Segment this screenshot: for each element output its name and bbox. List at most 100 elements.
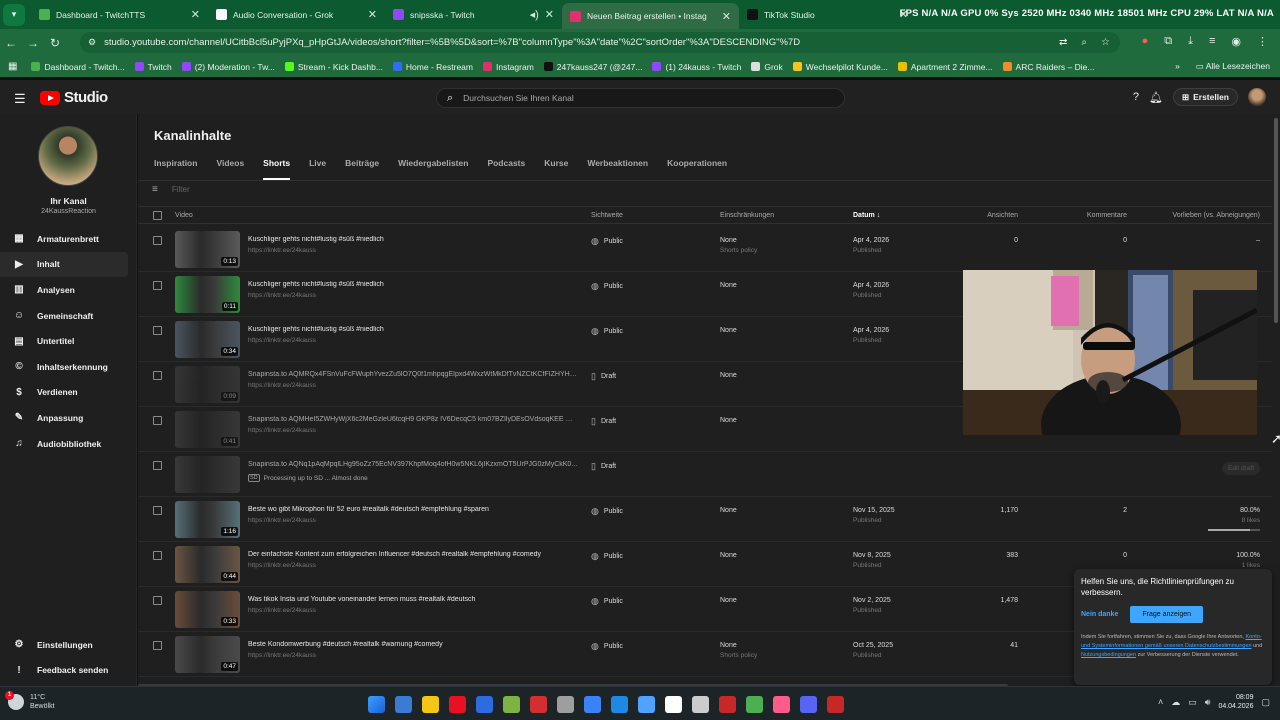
video-thumbnail[interactable]: 1:16 — [175, 501, 240, 538]
extensions-icon[interactable]: ⧉ — [1164, 35, 1172, 48]
video-thumbnail[interactable]: 0:09 — [175, 366, 240, 403]
tab-wiedergabelisten[interactable]: Wiedergabelisten — [398, 158, 468, 180]
sidebar-item-audiobibliothek[interactable]: ♫ Audiobibliothek — [0, 431, 137, 457]
terms-link[interactable]: Nutzungsbedingungen — [1081, 652, 1136, 658]
taskbar-app-icon[interactable] — [422, 696, 439, 713]
apps-icon[interactable]: ▦ — [8, 61, 17, 72]
table-row[interactable]: 1:16 Beste wo gibt Mikrophon für 52 euro … — [138, 497, 1280, 542]
channel-avatar[interactable] — [38, 126, 98, 186]
video-thumbnail[interactable]: 0:13 — [175, 231, 240, 268]
row-checkbox[interactable] — [153, 326, 162, 335]
taskbar-app-icon[interactable] — [827, 696, 844, 713]
tab-close-icon[interactable]: ✕ — [368, 8, 377, 21]
vertical-scrollbar[interactable] — [1272, 114, 1280, 686]
tray-chevron-icon[interactable]: ˄ — [1158, 697, 1163, 707]
url-field[interactable]: ⚙ studio.youtube.com/channel/UCitbBcl5uP… — [80, 32, 1120, 53]
sidebar-item-inhalt[interactable]: ▶ Inhalt — [0, 251, 128, 278]
row-checkbox[interactable] — [153, 641, 162, 650]
filter-bar[interactable]: ≡ Filter — [152, 184, 190, 195]
reload-icon[interactable]: ↻ — [44, 36, 66, 50]
tab-inspiration[interactable]: Inspiration — [154, 158, 197, 180]
menu-icon[interactable]: ☰ — [14, 91, 26, 107]
adblock-icon[interactable]: ● — [1142, 35, 1149, 48]
browser-tab[interactable]: Audio Conversation - Grok ✕ — [208, 0, 385, 29]
network-icon[interactable]: ▭ — [1188, 697, 1197, 708]
tab-close-icon[interactable]: ✕ — [191, 8, 200, 21]
taskbar-app-icon[interactable] — [692, 696, 709, 713]
bookmark-item[interactable]: (1) 24kauss - Twitch — [652, 62, 741, 72]
cloud-icon[interactable]: ☁ — [1171, 697, 1180, 708]
video-thumbnail[interactable] — [175, 456, 240, 493]
bookmark-item[interactable]: Apartment 2 Zimme... — [897, 62, 993, 72]
edit-draft-button[interactable]: Edit draft — [1221, 462, 1260, 475]
taskbar-app-icon[interactable] — [584, 696, 601, 713]
bookmark-item[interactable]: Wechselpilot Kunde... — [792, 62, 888, 72]
table-row[interactable]: 0:13 Kuschliger gehts nicht#lustig #süß #… — [138, 227, 1280, 272]
table-row[interactable]: Snapinsta.to AQNq1pAqMpqlLHg95oZz75EcNV3… — [138, 452, 1280, 497]
mute-icon[interactable]: ◂) — [530, 8, 539, 21]
row-checkbox[interactable] — [153, 506, 162, 515]
tab-videos[interactable]: Videos — [216, 158, 244, 180]
taskbar-app-icon[interactable] — [395, 696, 412, 713]
help-icon[interactable]: ? — [1133, 91, 1139, 103]
row-checkbox[interactable] — [153, 416, 162, 425]
tab-kurse[interactable]: Kurse — [544, 158, 568, 180]
row-checkbox[interactable] — [153, 371, 162, 380]
survey-no-button[interactable]: Nein danke — [1081, 611, 1118, 618]
taskbar-app-icon[interactable] — [611, 696, 628, 713]
taskbar-app-icon[interactable] — [557, 696, 574, 713]
notification-center-icon[interactable]: ▢ — [1261, 697, 1270, 708]
taskbar-app-icon[interactable] — [638, 696, 655, 713]
create-button[interactable]: ⊞ Erstellen — [1172, 88, 1238, 106]
visibility[interactable]: ◍ Public — [591, 281, 623, 292]
sidebar-item-anpassung[interactable]: ✎ Anpassung — [0, 405, 137, 431]
visibility[interactable]: ◍ Public — [591, 551, 623, 562]
profile-avatar[interactable]: ◉ — [1231, 35, 1241, 48]
browser-menu-icon[interactable]: ⋮ — [1257, 35, 1268, 48]
tab-close-icon[interactable]: ✕ — [722, 10, 731, 23]
tab-close-icon[interactable]: ✕ — [545, 8, 554, 21]
taskbar-app-icon[interactable] — [800, 696, 817, 713]
taskbar-app-icon[interactable] — [449, 696, 466, 713]
survey-show-button[interactable]: Frage anzeigen — [1130, 606, 1204, 623]
sidebar-item-feedback-senden[interactable]: ! Feedback senden — [0, 658, 137, 684]
sidebar-item-verdienen[interactable]: $ Verdienen — [0, 380, 137, 406]
tab-podcasts[interactable]: Podcasts — [487, 158, 525, 180]
visibility[interactable]: ◍ Public — [591, 596, 623, 607]
visibility[interactable]: ▯ Draft — [591, 461, 616, 472]
visibility[interactable]: ◍ Public — [591, 506, 623, 517]
browser-tab[interactable]: Dashboard - TwitchTTS ✕ — [31, 0, 208, 29]
visibility[interactable]: ◍ Public — [591, 641, 623, 652]
all-bookmarks[interactable]: ▭ Alle Lesezeichen — [1196, 61, 1270, 72]
video-thumbnail[interactable]: 0:44 — [175, 546, 240, 583]
video-thumbnail[interactable]: 0:33 — [175, 591, 240, 628]
video-thumbnail[interactable]: 0:41 — [175, 411, 240, 448]
taskbar-app-icon[interactable] — [773, 696, 790, 713]
visibility[interactable]: ◍ Public — [591, 326, 623, 337]
sidebar-item-untertitel[interactable]: ▤ Untertitel — [0, 328, 137, 354]
row-checkbox[interactable] — [153, 551, 162, 560]
row-checkbox[interactable] — [153, 596, 162, 605]
video-title[interactable]: Kuschliger gehts nicht#lustig #süß #nied… — [248, 326, 578, 333]
more-bookmarks-icon[interactable]: » — [1175, 61, 1180, 72]
video-title[interactable]: Der einfachste Kontent zum erfolgreichen… — [248, 551, 578, 558]
channel-search[interactable]: ⌕ — [436, 88, 845, 108]
bookmark-item[interactable]: (2) Moderation - Tw... — [181, 62, 275, 72]
video-title[interactable]: Kuschliger gehts nicht#lustig #süß #nied… — [248, 281, 578, 288]
clock[interactable]: 08:09 04.04.2026 — [1218, 693, 1253, 711]
download-icon[interactable]: ⤓ — [1188, 35, 1193, 48]
tab-shorts[interactable]: Shorts — [263, 158, 290, 180]
row-checkbox[interactable] — [153, 236, 162, 245]
account-avatar[interactable] — [1248, 88, 1266, 106]
sidebar-item-armaturenbrett[interactable]: ▦ Armaturenbrett — [0, 226, 137, 252]
bookmark-item[interactable]: Twitch — [134, 62, 172, 72]
zoom-icon[interactable]: ⌕ — [1081, 37, 1087, 48]
bookmark-item[interactable]: 247kauss247 (@247... — [543, 62, 642, 72]
visibility[interactable]: ◍ Public — [591, 236, 623, 247]
bookmark-item[interactable]: Dashboard - Twitch... — [31, 62, 125, 72]
tab-live[interactable]: Live — [309, 158, 326, 180]
tab-search-button[interactable]: ▾ — [3, 3, 25, 26]
weather-widget[interactable]: 1 11°C Bewölkt — [5, 691, 55, 711]
visibility[interactable]: ▯ Draft — [591, 416, 616, 427]
bookmark-item[interactable]: ARC Raiders – Die... — [1002, 62, 1094, 72]
